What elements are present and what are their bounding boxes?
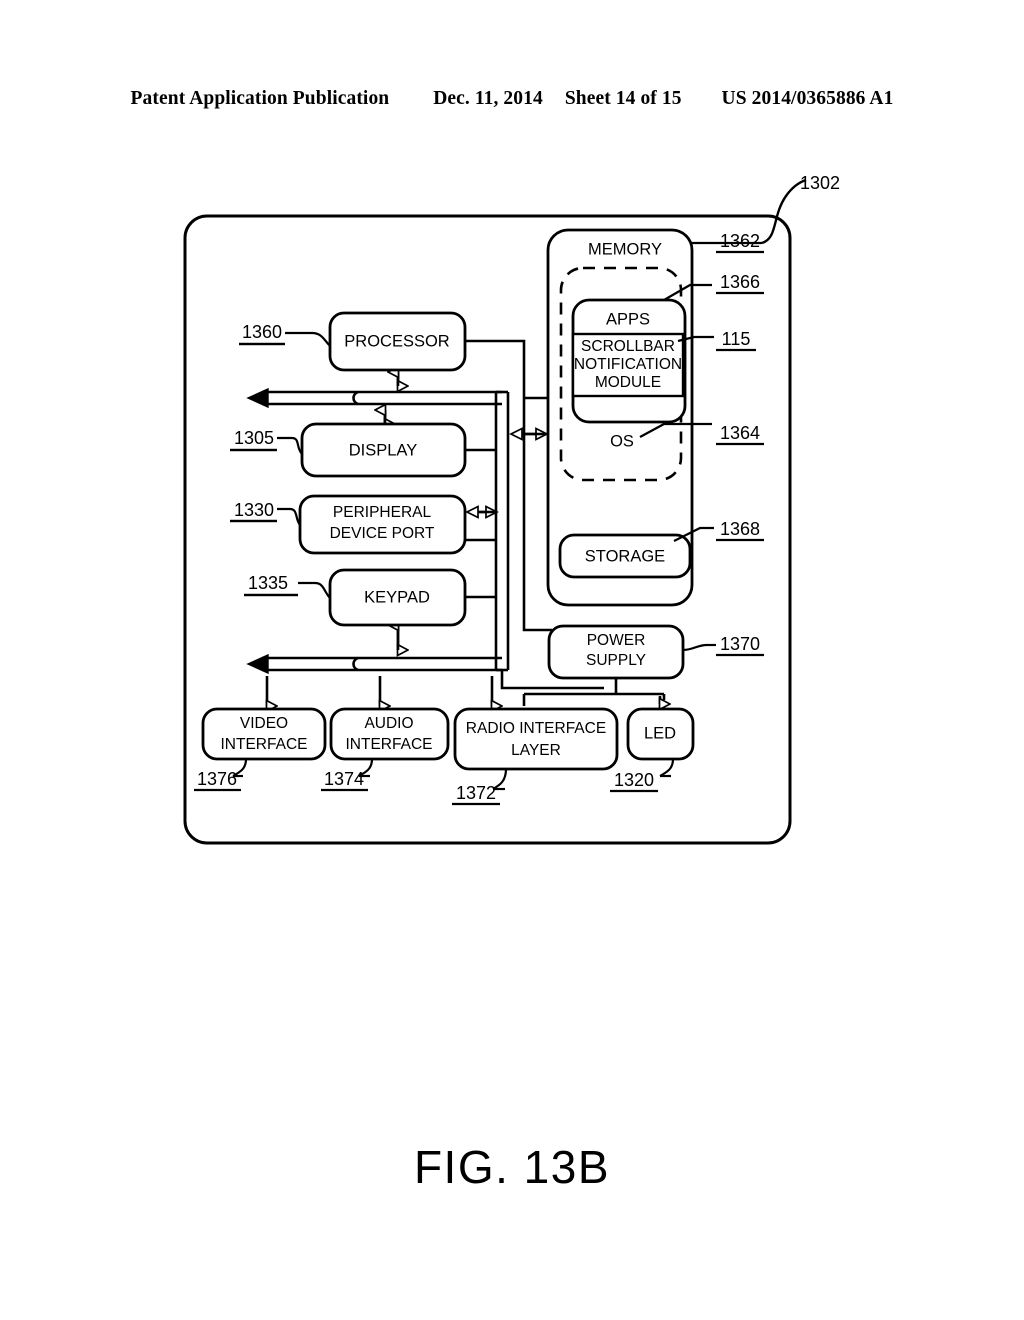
video-interface-label-line2: INTERFACE	[221, 736, 308, 753]
ref-1370: 1370	[720, 634, 760, 654]
ref-115: 115	[722, 329, 751, 349]
block-video-interface[interactable]: VIDEO INTERFACE	[201, 707, 327, 761]
display-label: DISPLAY	[349, 441, 417, 459]
ref-1362: 1362	[720, 231, 760, 251]
ref-1366: 1366	[720, 272, 760, 292]
ref-1305: 1305	[234, 428, 274, 448]
block-display[interactable]: DISPLAY	[300, 422, 467, 478]
scrollbar-module-label-line2: NOTIFICATION	[574, 356, 682, 373]
audio-interface-label-line2: INTERFACE	[346, 736, 433, 753]
memory-label: MEMORY	[588, 240, 662, 258]
os-label: OS	[610, 432, 634, 450]
scrollbar-module-label-line1: SCROLLBAR	[581, 338, 675, 355]
video-interface-label-line1: VIDEO	[240, 715, 288, 732]
ref-1372: 1372	[456, 783, 496, 803]
radio-interface-label-line1: RADIO INTERFACE	[466, 720, 606, 737]
figure-caption: FIG. 13B	[413, 1141, 611, 1193]
block-scrollbar-notification-module[interactable]: SCROLLBAR NOTIFICATION MODULE	[571, 332, 685, 398]
ref-1302: 1302	[800, 173, 840, 193]
storage-label: STORAGE	[585, 547, 665, 565]
ref-leader-1370	[682, 643, 716, 652]
ref-1330: 1330	[234, 500, 274, 520]
radio-interface-label-line2: LAYER	[511, 742, 561, 759]
figure-13b-diagram: 1302 PROCESSOR 1360 DISPLAY 1305 PERIPHE…	[0, 0, 1024, 1320]
peripheral-device-port-label-line2: DEVICE PORT	[330, 525, 435, 542]
keypad-label: KEYPAD	[364, 588, 430, 606]
led-label: LED	[644, 724, 676, 742]
ref-1368: 1368	[720, 519, 760, 539]
ref-1320: 1320	[614, 770, 654, 790]
ref-1335: 1335	[248, 573, 288, 593]
block-peripheral-device-port[interactable]: PERIPHERAL DEVICE PORT	[298, 494, 467, 555]
processor-label: PROCESSOR	[344, 332, 450, 350]
ref-leader-1320	[659, 758, 675, 778]
block-audio-interface[interactable]: AUDIO INTERFACE	[329, 707, 450, 761]
scrollbar-module-label-line3: MODULE	[595, 374, 661, 391]
ref-1360: 1360	[242, 322, 282, 342]
block-storage[interactable]: STORAGE	[558, 533, 692, 579]
apps-label: APPS	[606, 310, 650, 328]
power-supply-label-line2: SUPPLY	[586, 652, 646, 669]
block-radio-interface-layer[interactable]: RADIO INTERFACE LAYER	[453, 707, 619, 771]
power-supply-label-line1: POWER	[587, 632, 646, 649]
audio-interface-label-line1: AUDIO	[364, 715, 413, 732]
ref-1364: 1364	[720, 423, 760, 443]
block-keypad[interactable]: KEYPAD	[328, 568, 467, 627]
peripheral-device-port-label-line1: PERIPHERAL	[333, 504, 432, 521]
block-processor[interactable]: PROCESSOR	[328, 311, 467, 372]
ref-1376: 1376	[197, 769, 237, 789]
block-power-supply[interactable]: POWER SUPPLY	[547, 624, 685, 680]
block-led[interactable]: LED	[626, 707, 695, 761]
ref-1374: 1374	[324, 769, 364, 789]
